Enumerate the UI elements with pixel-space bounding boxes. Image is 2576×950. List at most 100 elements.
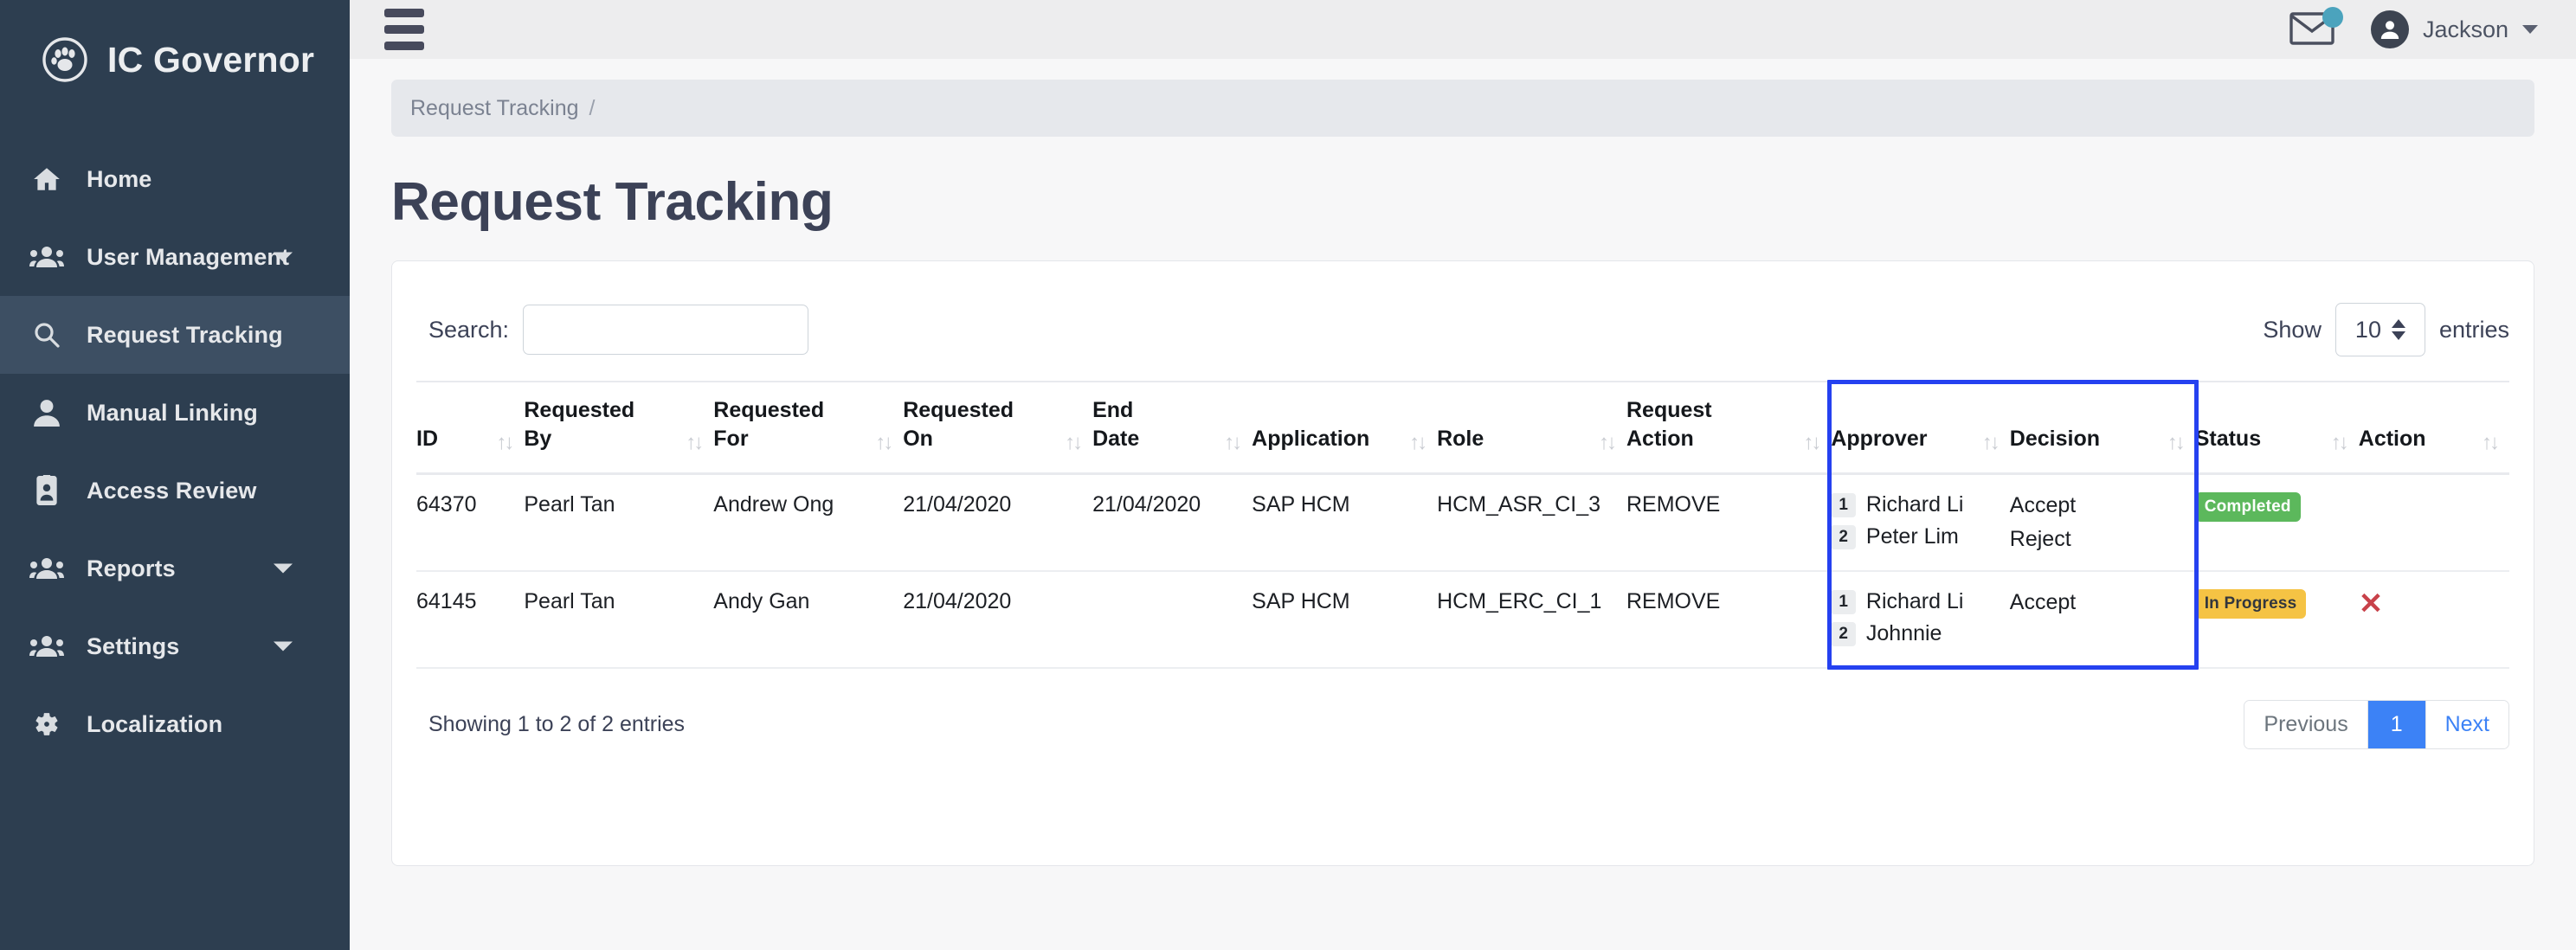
envelope-icon[interactable] <box>2289 7 2343 48</box>
sort-icon: ↑↓ <box>1599 431 1617 454</box>
column-label: Action <box>2358 427 2426 451</box>
sidebar-nav: Home User Management Request Tracking Ma… <box>0 140 350 763</box>
column-label: ID <box>416 427 438 451</box>
show-label: Show <box>2263 316 2322 343</box>
decision-value: Reject <box>2009 527 2071 551</box>
sidebar-item-label: Reports <box>87 555 176 581</box>
sidebar-item-access-review[interactable]: Access Review <box>0 452 350 530</box>
sidebar-item-manual-linking[interactable]: Manual Linking <box>0 374 350 452</box>
pagination: Previous 1 Next <box>2244 700 2509 749</box>
col-requested-on[interactable]: Requested On ↑↓ <box>903 381 1093 475</box>
col-id[interactable]: ID ↑↓ <box>416 381 525 475</box>
sidebar-item-label: Localization <box>87 710 223 737</box>
col-action[interactable]: Action ↑↓ <box>2358 381 2509 475</box>
approver-entry: 1 Richard Li <box>1831 589 2009 614</box>
status-badge: Completed <box>2194 492 2301 522</box>
col-status[interactable]: Status ↑↓ <box>2194 381 2359 475</box>
approver-order-badge: 1 <box>1831 589 1856 614</box>
breadcrumb-item-request-tracking[interactable]: Request Tracking <box>410 96 579 121</box>
sidebar-item-reports[interactable]: Reports <box>0 530 350 607</box>
approver-name: Peter Lim <box>1865 524 1959 549</box>
sort-icon: ↑↓ <box>1224 431 1242 454</box>
entries-selected-value: 10 <box>2354 316 2381 343</box>
sidebar-item-user-management[interactable]: User Management <box>0 218 350 296</box>
approver-entry: 2 Peter Lim <box>1831 524 2009 549</box>
entries-label: entries <box>2438 316 2509 343</box>
table-row: 64145 Pearl Tan Andy Gan 21/04/2020 SAP … <box>416 571 2509 669</box>
col-requested-for[interactable]: Requested For ↑↓ <box>713 381 904 475</box>
paw-in-circle-icon <box>42 36 88 83</box>
cell-status: In Progress <box>2194 571 2359 669</box>
cell-end-date <box>1092 571 1253 669</box>
page-content: Request Tracking / Request Tracking Sear… <box>350 59 2576 950</box>
column-label: End Date <box>1092 398 1140 451</box>
request-tracking-card: Search: Show 10 entries ID ↑↓ Requested … <box>391 260 2534 866</box>
column-label: Approver <box>1831 427 1928 451</box>
users-icon <box>28 631 66 662</box>
col-application[interactable]: Application ↑↓ <box>1252 381 1438 475</box>
sort-icon: ↑↓ <box>2167 431 2186 454</box>
main-area: Jackson Request Tracking / Request Track… <box>350 0 2576 950</box>
chevron-down-icon <box>274 641 293 652</box>
table-row: 64370 Pearl Tan Andrew Ong 21/04/2020 21… <box>416 473 2509 572</box>
breadcrumb: Request Tracking / <box>391 80 2534 137</box>
sort-icon: ↑↓ <box>2330 431 2349 454</box>
column-label: Requested For <box>713 398 825 451</box>
col-approver[interactable]: Approver ↑↓ <box>1831 381 2010 475</box>
search-label: Search: <box>428 316 510 343</box>
cell-requested-for: Andy Gan <box>713 571 904 669</box>
sidebar-item-request-tracking[interactable]: Request Tracking <box>0 296 350 374</box>
col-decision[interactable]: Decision ↑↓ <box>2009 381 2195 475</box>
decision-value <box>2010 623 2195 650</box>
gear-icon <box>28 709 66 740</box>
brand[interactable]: IC Governor <box>0 0 350 97</box>
chevron-down-icon <box>2522 25 2538 34</box>
sidebar-item-label: User Management <box>87 243 290 270</box>
col-end-date[interactable]: End Date ↑↓ <box>1092 381 1253 475</box>
cancel-request-icon[interactable]: ✕ <box>2359 589 2384 619</box>
user-menu[interactable]: Jackson <box>2370 10 2538 48</box>
breadcrumb-separator: / <box>589 95 596 120</box>
search-group: Search: <box>428 305 809 355</box>
sort-icon: ↑↓ <box>496 431 514 454</box>
users-icon <box>28 553 66 584</box>
sidebar-item-localization[interactable]: Localization <box>0 685 350 763</box>
approver-name: Richard Li <box>1865 589 1964 613</box>
entries-select[interactable]: 10 <box>2334 303 2425 356</box>
topbar: Jackson <box>350 0 2576 59</box>
column-label: Status <box>2194 427 2262 451</box>
column-label: Requested By <box>524 398 635 451</box>
pagination-page-1[interactable]: 1 <box>2367 701 2426 748</box>
approver-entry: 2 Johnnie <box>1831 621 2009 646</box>
col-role[interactable]: Role ↑↓ <box>1437 381 1626 475</box>
pagination-previous[interactable]: Previous <box>2244 701 2368 748</box>
sidebar-item-label: Home <box>87 165 152 192</box>
pagination-next[interactable]: Next <box>2425 701 2508 748</box>
decision-value: Accept <box>2009 590 2077 614</box>
chevron-down-icon <box>274 563 293 574</box>
topbar-right: Jackson <box>2289 7 2538 48</box>
cell-application: SAP HCM <box>1252 571 1438 669</box>
entries-group: Show 10 entries <box>2263 303 2509 356</box>
sidebar-item-settings[interactable]: Settings <box>0 607 350 685</box>
approver-order-badge: 2 <box>1831 524 1856 549</box>
cell-action <box>2358 473 2509 572</box>
cell-id: 64370 <box>416 473 525 572</box>
sort-icon: ↑↓ <box>1981 431 2000 454</box>
column-label: Application <box>1252 427 1370 451</box>
sidebar-item-home[interactable]: Home <box>0 140 350 218</box>
sidebar-item-label: Manual Linking <box>87 399 258 426</box>
search-input[interactable] <box>523 305 809 355</box>
status-badge: In Progress <box>2194 589 2307 619</box>
hamburger-icon[interactable] <box>381 5 428 54</box>
approver-order-badge: 2 <box>1831 621 1856 646</box>
sort-icon: ↑↓ <box>686 431 704 454</box>
table-footer: Showing 1 to 2 of 2 entries Previous 1 N… <box>416 669 2509 749</box>
cell-requested-by: Pearl Tan <box>524 571 714 669</box>
cell-id: 64145 <box>416 571 525 669</box>
page-title: Request Tracking <box>391 172 834 232</box>
col-requested-by[interactable]: Requested By ↑↓ <box>524 381 714 475</box>
col-request-action[interactable]: Request Action ↑↓ <box>1626 381 1832 475</box>
sidebar: IC Governor Home User Management Request… <box>0 0 350 950</box>
table-head: ID ↑↓ Requested By ↑↓ Requested For ↑↓ Requ… <box>416 381 2509 475</box>
